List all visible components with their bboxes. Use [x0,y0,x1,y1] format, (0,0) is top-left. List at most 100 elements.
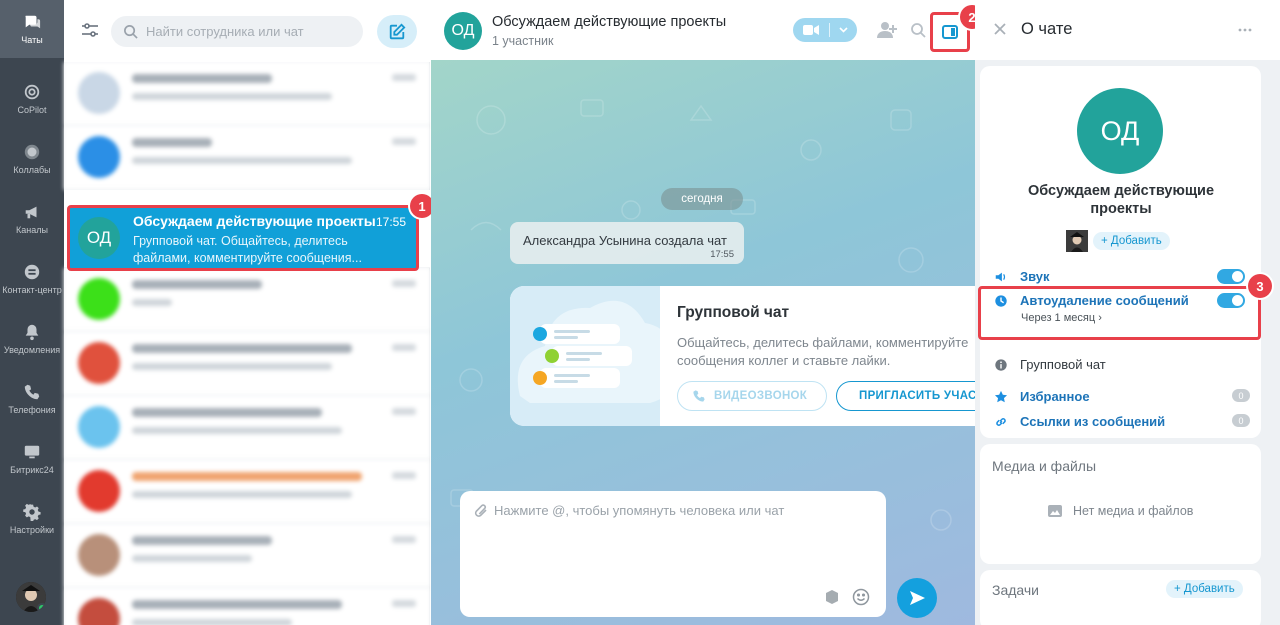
links-row[interactable]: Ссылки из сообщений [994,414,1165,429]
video-call-card-button[interactable]: ВИДЕОЗВОНОК [677,381,827,411]
star-icon [994,390,1008,402]
invite-members-label: ПРИГЛАСИТЬ УЧАСТНИКОВ [859,390,975,402]
user-avatar[interactable] [16,582,46,612]
sound-setting: Звук [994,269,1050,284]
paperclip-icon[interactable] [473,503,489,519]
media-files-title: Медиа и файлы [992,458,1097,474]
group-chat-illustration [510,286,660,426]
phone-icon [24,384,40,400]
invite-members-button[interactable]: ПРИГЛАСИТЬ УЧАСТНИКОВ [836,381,975,411]
favorites-row[interactable]: Избранное [994,389,1090,404]
smile-icon[interactable] [852,588,870,606]
speaker-icon [995,272,1006,281]
sidebar-item-copilot[interactable]: CoPilot [0,70,64,128]
media-files-empty-text: Нет медиа и файлов [1073,504,1194,518]
chat-list [64,62,430,625]
sidebar-item-label: Коллабы [13,165,51,175]
date-divider: сегодня [661,188,743,210]
video-call-card-label: ВИДЕОЗВОНОК [714,390,808,402]
sidebar-item-bitrix24[interactable]: Битрикс24 [0,430,64,488]
autodelete-highlight [978,286,1261,340]
search-icon [124,25,138,39]
list-item[interactable] [64,588,430,625]
list-item[interactable] [64,126,430,190]
more-icon[interactable] [1237,22,1253,38]
channels-icon [25,206,37,219]
app-sidebar: Чаты CoPilot Коллабы Каналы Контакт-цент… [0,0,64,625]
chat-item-preview: Групповой чат. Общайтесь, делитесь файла… [133,234,362,265]
list-item[interactable] [64,332,430,396]
sidebar-item-settings[interactable]: Настройки [0,490,64,548]
message-composer [460,491,886,617]
sound-toggle[interactable] [1217,269,1245,284]
sidebar-item-chats[interactable]: Чаты [0,0,64,58]
close-icon[interactable] [992,21,1008,37]
info-panel-header: О чате [975,0,1280,60]
chat-type-row: Групповой чат [994,357,1106,372]
chat-name: Обсуждаем действующие проекты [1027,183,1215,217]
favorites-label: Избранное [1020,389,1090,404]
list-item[interactable] [64,524,430,588]
group-chat-title: Групповой чат [677,304,790,321]
sidebar-item-collabs[interactable]: Коллабы [0,130,64,188]
info-icon [995,358,1007,371]
active-chat-item[interactable]: ОД Обсуждаем действующие проекты 17:55 Г… [67,205,419,271]
chat-type-label: Групповой чат [1020,357,1106,372]
chat-item-title: Обсуждаем действующие проекты [133,213,376,229]
chevron-down-icon[interactable] [838,27,848,33]
list-item[interactable] [64,396,430,460]
box-icon[interactable] [824,589,840,605]
tasks-title: Задачи [992,582,1040,598]
message-input[interactable] [494,503,874,573]
add-task-button[interactable]: + Добавить [1166,580,1243,598]
link-icon [996,417,1006,426]
phone-icon [693,390,705,402]
image-icon [1048,505,1062,517]
new-chat-button[interactable] [377,15,417,48]
sidebar-item-telephony[interactable]: Телефония [0,370,64,428]
filter-icon[interactable] [80,20,100,40]
add-member-button[interactable]: + Добавить [1093,232,1170,250]
tasks-card: Задачи + Добавить [980,570,1261,625]
gear-icon [23,503,41,521]
chat-info-card: ОД Обсуждаем действующие проекты + Добав… [980,66,1261,438]
chat-avatar: ОД [78,217,120,259]
member-avatar[interactable] [1066,230,1088,252]
video-camera-icon [803,25,819,35]
collabs-icon [24,144,40,160]
list-item[interactable] [64,62,430,126]
chat-list-panel: ОД Обсуждаем действующие проекты 17:55 Г… [64,0,434,625]
send-icon [910,591,925,605]
contact-center-icon [24,264,40,280]
chat-avatar[interactable]: ОД [444,12,482,50]
monitor-icon [24,445,40,459]
search-icon[interactable] [910,22,926,38]
sidebar-item-label: Битрикс24 [10,465,54,475]
group-chat-card: Групповой чат Общайтесь, делитесь файлам… [510,286,975,426]
links-count: 0 [1232,414,1250,427]
chat-info-panel: О чате ОД Обсуждаем действующие проекты … [975,0,1280,625]
online-status-dot [37,603,46,612]
list-item[interactable] [64,460,430,524]
media-files-card: Медиа и файлы Нет медиа и файлов [980,444,1261,564]
chat-avatar-large[interactable]: ОД [1077,88,1163,174]
sidebar-item-label: Чаты [21,35,43,45]
system-message: Александра Усынина создала чат 17:55 [510,222,744,264]
chat-members-count[interactable]: 1 участник [492,34,553,48]
video-call-button[interactable] [793,18,857,42]
sidebar-item-label: Контакт-центр [2,285,62,295]
search-input[interactable] [146,24,356,39]
chat-title[interactable]: Обсуждаем действующие проекты [492,14,726,30]
sidebar-item-contact-center[interactable]: Контакт-центр [0,250,64,308]
sidebar-item-notifications[interactable]: Уведомления [0,310,64,368]
callout-badge-3: 3 [1248,274,1272,298]
sidebar-item-channels[interactable]: Каналы [0,190,64,248]
member-avatar-image [1066,230,1088,252]
system-message-text: Александра Усынина создала чат [523,233,727,248]
links-label: Ссылки из сообщений [1020,414,1166,429]
panel-icon [942,25,958,39]
info-panel-title: О чате [1021,20,1073,38]
add-user-icon[interactable] [877,21,897,39]
list-item[interactable] [64,268,430,332]
send-button[interactable] [897,578,937,618]
